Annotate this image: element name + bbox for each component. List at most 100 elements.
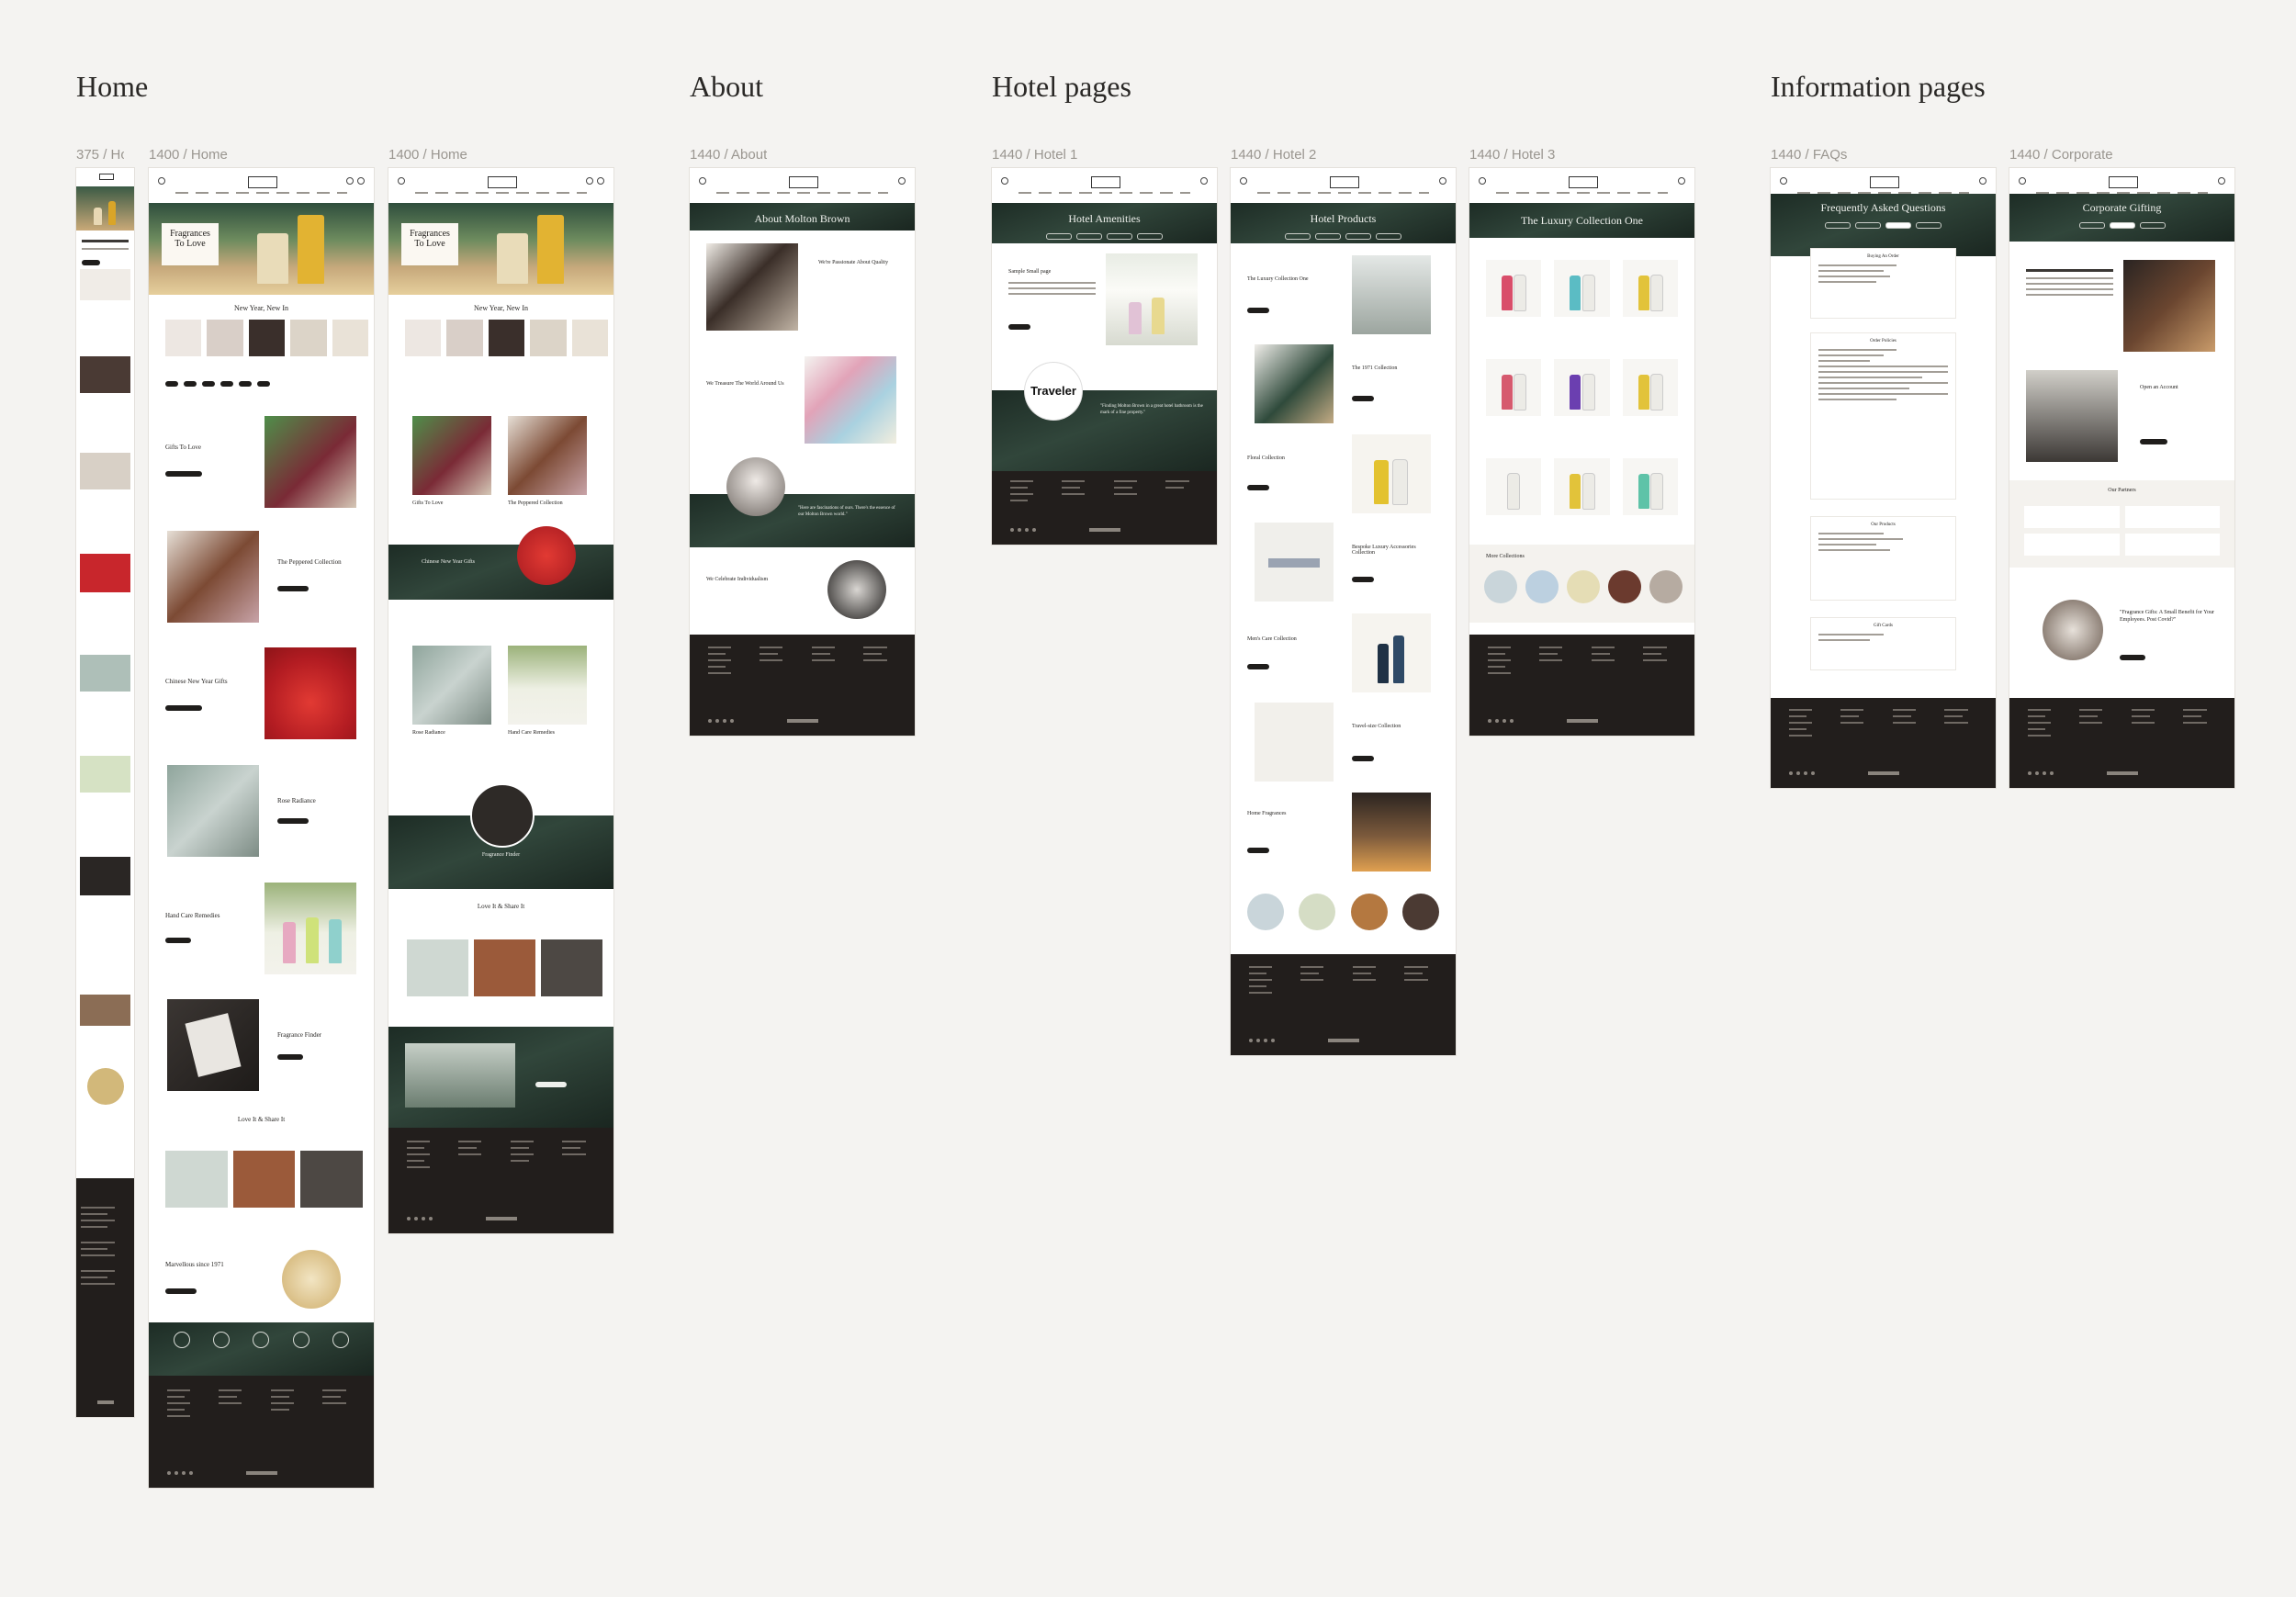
collection-thumb[interactable] [1247, 894, 1284, 930]
faq-card[interactable]: Buying An Order [1811, 249, 1955, 318]
menu-icon[interactable] [1479, 177, 1486, 185]
search-icon[interactable] [346, 177, 354, 185]
frame-label-hotel-3[interactable]: 1440 / Hotel 3 [1469, 147, 1555, 163]
artboard-faqs[interactable]: Frequently Asked Questions Buying An Ord… [1771, 168, 1996, 788]
shop-peppered-button[interactable] [277, 586, 309, 591]
product-card[interactable] [332, 320, 369, 356]
collection-thumb[interactable] [1649, 570, 1683, 603]
artboard-hotel-1[interactable]: Hotel Amenities Sample Small page "Findi… [992, 168, 1217, 545]
product-card[interactable] [571, 320, 609, 356]
frame-label-hotel-2[interactable]: 1440 / Hotel 2 [1231, 147, 1316, 163]
frame-label-home-a[interactable]: 1400 / Home [149, 147, 228, 163]
frame-label-home-mobile[interactable]: 375 / Home [76, 147, 124, 163]
menu-icon[interactable] [1780, 177, 1787, 185]
menu-icon[interactable] [699, 177, 706, 185]
product-card[interactable] [1486, 359, 1542, 416]
bag-icon[interactable] [1678, 177, 1685, 185]
product-card[interactable] [530, 320, 567, 356]
gallery-tile[interactable] [541, 939, 602, 996]
product-card[interactable] [488, 320, 525, 356]
product-card[interactable] [165, 320, 202, 356]
artboard-hotel-3[interactable]: The Luxury Collection One More Collectio… [1469, 168, 1694, 736]
product-carousel[interactable] [405, 320, 609, 356]
menu-icon[interactable] [2019, 177, 2026, 185]
bespoke-button[interactable] [1352, 577, 1374, 582]
shop-cny-button[interactable] [165, 705, 202, 711]
faq-card[interactable]: Order Policies [1811, 333, 1955, 499]
corporate-tabs[interactable] [2009, 222, 2234, 229]
collection-thumb[interactable] [1484, 570, 1517, 603]
shop-hand-care-button[interactable] [165, 938, 191, 943]
artboard-corporate[interactable]: Corporate Gifting Open an Account Our Pa… [2009, 168, 2234, 788]
shop-gifts-button[interactable] [165, 471, 202, 477]
faq-card[interactable]: Gift Cards [1811, 618, 1955, 669]
menu-icon[interactable] [1240, 177, 1247, 185]
bag-icon[interactable] [597, 177, 604, 185]
collection-thumb[interactable] [1350, 894, 1388, 930]
read-more-button[interactable] [2120, 655, 2145, 660]
product-card[interactable] [1486, 260, 1542, 317]
nav-menu[interactable] [175, 192, 347, 194]
gallery-tile[interactable] [300, 1151, 364, 1208]
product-card[interactable] [405, 320, 442, 356]
gallery-tile[interactable] [232, 1151, 296, 1208]
hotel-tabs[interactable] [1231, 233, 1456, 240]
bag-icon[interactable] [1439, 177, 1446, 185]
menu-icon[interactable] [398, 177, 405, 185]
artboard-home-a[interactable]: Fragrances To Love New Year, New In Gift… [149, 168, 374, 1488]
collections-row[interactable] [1484, 570, 1683, 603]
product-card[interactable] [207, 320, 243, 356]
product-card[interactable] [1622, 260, 1678, 317]
collection-thumb[interactable] [1608, 570, 1641, 603]
bag-icon[interactable] [357, 177, 365, 185]
social-gallery[interactable] [165, 1151, 364, 1208]
story-button[interactable] [535, 1082, 567, 1087]
search-icon[interactable] [586, 177, 593, 185]
product-card[interactable] [1486, 458, 1542, 515]
collection-thumb[interactable] [1567, 570, 1600, 603]
product-card[interactable] [446, 320, 483, 356]
product-card[interactable] [248, 320, 286, 356]
product-grid[interactable] [1486, 260, 1678, 515]
home-fragrance-button[interactable] [1247, 848, 1269, 853]
artboard-hotel-2[interactable]: Hotel Products The Luxury Collection One… [1231, 168, 1456, 1055]
discover-button[interactable] [165, 1288, 197, 1294]
product-card[interactable] [1622, 458, 1678, 515]
collection-thumb[interactable] [1401, 894, 1439, 930]
gallery-tile[interactable] [165, 1151, 228, 1208]
nav-menu[interactable] [1019, 192, 1190, 194]
frame-label-corporate[interactable]: 1440 / Corporate [2009, 147, 2113, 163]
product-card[interactable] [1554, 359, 1610, 416]
faq-card[interactable]: Our Products [1811, 517, 1955, 600]
bag-icon[interactable] [2218, 177, 2225, 185]
nav-menu[interactable] [716, 192, 888, 194]
product-card[interactable] [1554, 458, 1610, 515]
menu-icon[interactable] [158, 177, 165, 185]
nav-menu[interactable] [1496, 192, 1668, 194]
hotel-tabs[interactable] [992, 233, 1217, 240]
product-card[interactable] [1554, 260, 1610, 317]
bag-icon[interactable] [898, 177, 906, 185]
bag-icon[interactable] [1200, 177, 1208, 185]
sample-button[interactable] [1008, 324, 1030, 330]
artboard-home-b[interactable]: Fragrances To Love New Year, New In Gift… [388, 168, 613, 1233]
artboard-about[interactable]: About Molton Brown We're Passionate Abou… [690, 168, 915, 736]
product-card[interactable] [290, 320, 327, 356]
faq-tabs[interactable] [1771, 222, 1996, 229]
collections-row[interactable] [1247, 894, 1439, 930]
social-gallery[interactable] [407, 939, 602, 996]
nav-menu[interactable] [1257, 192, 1429, 194]
open-account-button[interactable] [2140, 439, 2167, 444]
bag-icon[interactable] [1979, 177, 1986, 185]
product-card[interactable] [1622, 359, 1678, 416]
gallery-tile[interactable] [474, 939, 535, 996]
1971-button[interactable] [1352, 396, 1374, 401]
artboard-home-mobile[interactable] [76, 168, 134, 1417]
lux-button[interactable] [1247, 308, 1269, 313]
shop-rose-button[interactable] [277, 818, 309, 824]
men-button[interactable] [1247, 664, 1269, 669]
gallery-tile[interactable] [407, 939, 468, 996]
collection-thumb[interactable] [1525, 570, 1559, 603]
frame-label-hotel-1[interactable]: 1440 / Hotel 1 [992, 147, 1077, 163]
floral-button[interactable] [1247, 485, 1269, 490]
